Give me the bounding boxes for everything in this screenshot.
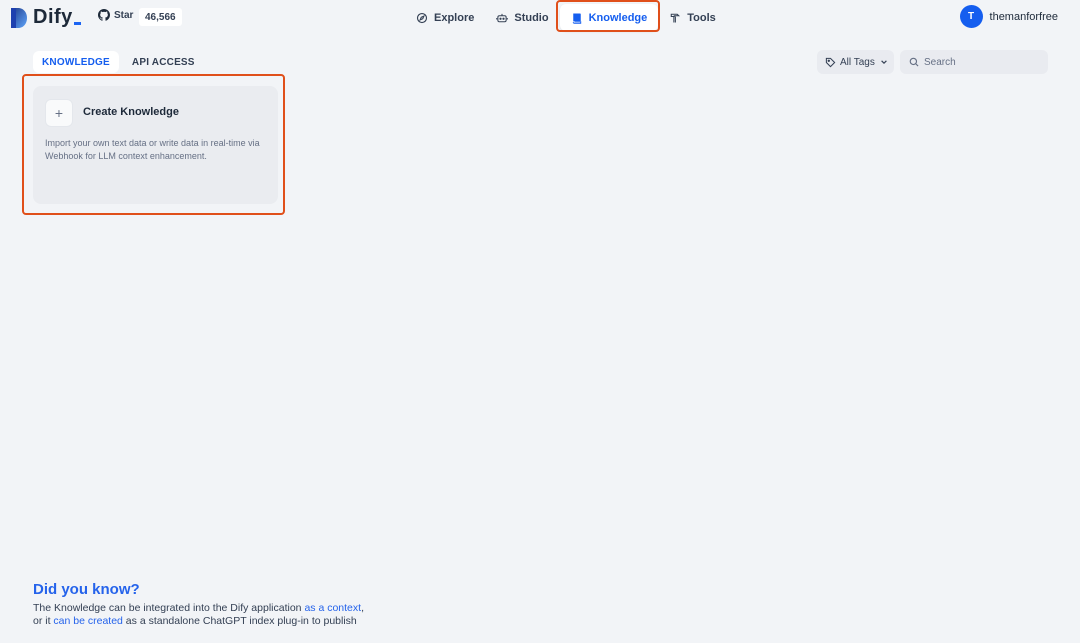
github-star-button[interactable]: Star bbox=[98, 9, 133, 21]
did-you-know-tip: Did you know? The Knowledge can be integ… bbox=[33, 581, 364, 628]
book-icon bbox=[572, 13, 581, 24]
tab-api-access[interactable]: API ACCESS bbox=[123, 51, 204, 73]
search-box[interactable] bbox=[900, 50, 1048, 74]
user-menu[interactable]: T themanforfree bbox=[959, 5, 1058, 28]
github-icon bbox=[98, 9, 110, 21]
knowledge-tabs: KNOWLEDGE API ACCESS bbox=[33, 51, 204, 73]
top-navigation-bar: Dify Star 46,566 Explore Studio Knowledg… bbox=[0, 0, 1080, 36]
create-knowledge-title: Create Knowledge bbox=[83, 106, 179, 118]
create-knowledge-description: Import your own text data or write data … bbox=[45, 138, 260, 161]
tags-filter-label: All Tags bbox=[840, 56, 875, 68]
main-nav: Explore Studio Knowledge Tools bbox=[405, 4, 727, 31]
nav-tools[interactable]: Tools bbox=[658, 4, 727, 31]
hammer-icon bbox=[670, 13, 681, 22]
nav-knowledge-label: Knowledge bbox=[588, 11, 648, 24]
tip-line-2: or it can be created as a standalone Cha… bbox=[33, 615, 364, 628]
plus-icon: + bbox=[45, 99, 73, 127]
tip-line-1: The Knowledge can be integrated into the… bbox=[33, 602, 364, 615]
nav-knowledge[interactable]: Knowledge bbox=[559, 4, 659, 31]
as-a-context-link[interactable]: as a context bbox=[304, 602, 361, 614]
robot-icon bbox=[496, 13, 509, 22]
nav-studio[interactable]: Studio bbox=[485, 4, 559, 31]
user-name: themanforfree bbox=[989, 10, 1058, 23]
dify-logo-icon bbox=[10, 7, 28, 29]
tab-knowledge[interactable]: KNOWLEDGE bbox=[33, 51, 119, 73]
brand-name: Dify bbox=[33, 6, 81, 29]
avatar: T bbox=[959, 5, 983, 28]
can-be-created-link[interactable]: can be created bbox=[53, 615, 122, 627]
nav-explore[interactable]: Explore bbox=[405, 4, 485, 31]
tip-line1-prefix: The Knowledge can be integrated into the… bbox=[33, 602, 305, 614]
search-icon bbox=[909, 57, 919, 67]
tip-line2-suffix: as a standalone ChatGPT index plug-in to… bbox=[122, 615, 357, 627]
github-star-count[interactable]: 46,566 bbox=[139, 8, 182, 26]
create-knowledge-card[interactable]: + Create Knowledge Import your own text … bbox=[33, 86, 278, 204]
nav-studio-label: Studio bbox=[514, 11, 549, 24]
tip-title: Did you know? bbox=[33, 581, 140, 598]
search-input[interactable] bbox=[924, 56, 1044, 68]
nav-tools-label: Tools bbox=[687, 11, 716, 24]
nav-explore-label: Explore bbox=[434, 11, 475, 24]
tag-icon bbox=[825, 57, 836, 67]
brand-logo[interactable]: Dify bbox=[10, 6, 81, 29]
github-star-label: Star bbox=[114, 9, 134, 21]
chevron-down-icon bbox=[881, 60, 887, 65]
tip-line2-prefix: or it bbox=[33, 615, 54, 627]
tags-filter-dropdown[interactable]: All Tags bbox=[817, 50, 894, 74]
tip-line1-suffix: , bbox=[361, 602, 364, 614]
compass-icon bbox=[416, 12, 428, 23]
